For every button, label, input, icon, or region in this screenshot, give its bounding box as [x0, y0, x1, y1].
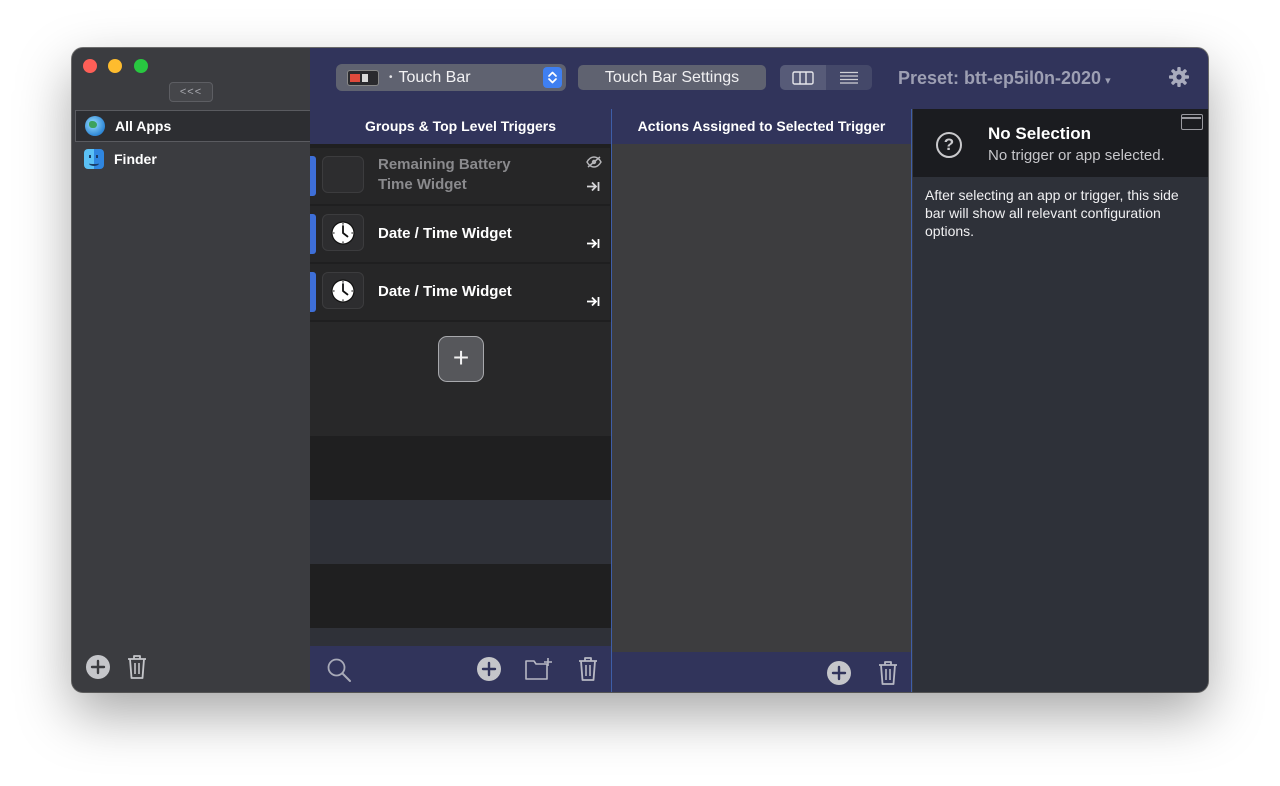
- touch-bar-settings-button[interactable]: Touch Bar Settings: [578, 65, 766, 90]
- trigger-title: Date / Time Widget: [378, 225, 512, 242]
- apps-sidebar: <<< All Apps Finder: [72, 48, 310, 692]
- add-action-button[interactable]: [826, 660, 852, 686]
- sidebar-item-all-apps[interactable]: All Apps: [75, 110, 310, 142]
- plus-circle-icon: [827, 661, 851, 685]
- view-mode-segmented-control: [780, 65, 872, 90]
- list-stripe: [310, 564, 611, 628]
- arrow-to-line-icon: [586, 179, 600, 197]
- select-bullet: •: [389, 72, 393, 83]
- trash-icon: [579, 657, 597, 681]
- search-icon: [327, 658, 351, 682]
- search-button[interactable]: [326, 657, 352, 683]
- clock-icon: [322, 272, 364, 309]
- settings-gear-button[interactable]: [1168, 66, 1190, 93]
- trigger-title: Date / Time Widget: [378, 283, 512, 300]
- trigger-row[interactable]: Date / Time Widget: [310, 206, 610, 262]
- device-type-select[interactable]: • Touch Bar: [336, 64, 566, 91]
- trigger-group-indicator: [310, 156, 316, 196]
- collapse-sidebar-button[interactable]: <<<: [169, 82, 213, 102]
- widget-icon-empty: [322, 156, 364, 193]
- trigger-title-line2: Time Widget: [378, 176, 467, 193]
- app-window: <<< All Apps Finder • Touch Bar Touch Ba…: [72, 48, 1208, 692]
- list-view-button[interactable]: [826, 65, 872, 90]
- delete-app-button[interactable]: [125, 653, 149, 681]
- triggers-footer: [310, 646, 611, 692]
- chevron-down-icon: ▾: [1105, 75, 1111, 87]
- selection-header: ? No Selection No trigger or app selecte…: [913, 109, 1208, 177]
- finder-icon: [84, 149, 104, 169]
- list-stripe: [310, 500, 611, 564]
- column-view-button[interactable]: [780, 65, 826, 90]
- add-group-button[interactable]: [524, 656, 554, 682]
- trigger-row[interactable]: Date / Time Widget: [310, 264, 610, 320]
- sidebar-item-finder[interactable]: Finder: [75, 143, 310, 175]
- folder-plus-icon: [525, 658, 552, 680]
- list-stripe: [310, 628, 611, 646]
- triggers-column: Groups & Top Level Triggers Remaining Ba…: [310, 109, 611, 692]
- globe-icon: [85, 116, 105, 136]
- chevron-up-down-icon: [543, 67, 562, 88]
- delete-trigger-button[interactable]: [576, 655, 600, 683]
- window-zoom-button[interactable]: [134, 59, 148, 73]
- device-select-label: Touch Bar: [398, 68, 471, 86]
- list-icon: [840, 71, 858, 84]
- add-app-button[interactable]: [85, 654, 111, 680]
- toolbar: • Touch Bar Touch Bar Settings Preset: b…: [310, 48, 1208, 109]
- trigger-group-indicator: [310, 272, 316, 312]
- sidebar-item-label: Finder: [114, 151, 157, 167]
- sidebar-item-label: All Apps: [115, 118, 172, 134]
- eye-slash-icon: [586, 155, 602, 173]
- arrow-to-line-icon: [586, 236, 600, 254]
- question-icon: ?: [936, 132, 962, 158]
- columns-icon: [792, 70, 814, 85]
- preset-selector[interactable]: Preset: btt-ep5il0n-2020 ▾: [898, 68, 1111, 89]
- actions-column: Actions Assigned to Selected Trigger: [611, 109, 912, 692]
- list-stripe: [310, 436, 611, 500]
- touch-bar-icon: [347, 69, 379, 86]
- trigger-title-line1: Remaining Battery: [378, 156, 511, 173]
- trigger-row[interactable]: Remaining Battery Time Widget: [310, 148, 610, 204]
- add-trigger-footer-button[interactable]: [476, 656, 502, 682]
- clock-icon: [322, 214, 364, 251]
- selection-subtitle: No trigger or app selected.: [988, 147, 1165, 164]
- window-close-button[interactable]: [83, 59, 97, 73]
- actions-footer: [612, 652, 911, 692]
- actions-column-header: Actions Assigned to Selected Trigger: [612, 109, 911, 144]
- arrow-to-line-icon: [586, 294, 600, 312]
- trash-icon: [128, 655, 146, 679]
- trash-icon: [879, 661, 897, 685]
- window-minimize-button[interactable]: [108, 59, 122, 73]
- trigger-group-indicator: [310, 214, 316, 254]
- plus-circle-icon: [477, 657, 501, 681]
- add-trigger-button[interactable]: +: [438, 336, 484, 382]
- preset-label: Preset: btt-ep5il0n-2020: [898, 68, 1102, 88]
- selection-title: No Selection: [988, 124, 1091, 143]
- configuration-panel: ? No Selection No trigger or app selecte…: [913, 109, 1208, 692]
- window-toggle-icon[interactable]: [1181, 114, 1203, 130]
- delete-action-button[interactable]: [876, 659, 900, 687]
- panel-description: After selecting an app or trigger, this …: [925, 187, 1179, 239]
- triggers-column-header: Groups & Top Level Triggers: [310, 109, 611, 144]
- gear-icon: [1169, 67, 1189, 87]
